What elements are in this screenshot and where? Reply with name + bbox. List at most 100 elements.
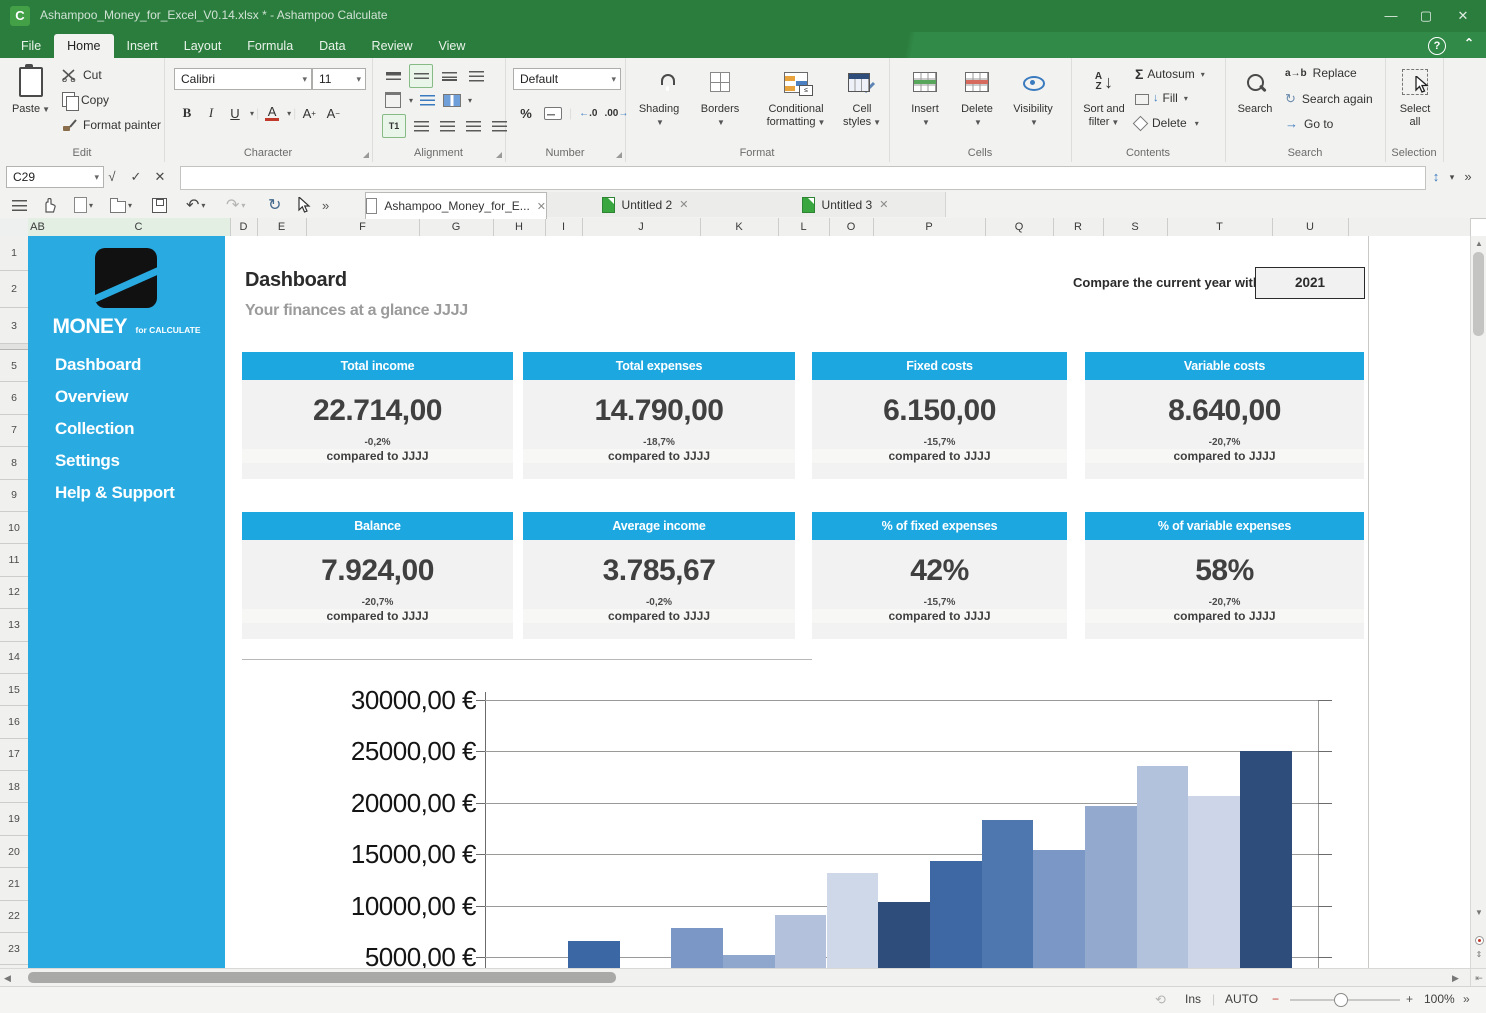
close-button[interactable]: ✕	[1448, 5, 1478, 27]
autosum-button[interactable]: Σ Autosum▾	[1135, 66, 1205, 82]
row-header-23[interactable]: 23	[0, 933, 28, 965]
zoom-out-icon[interactable]: −	[1272, 992, 1279, 1006]
chart-bar-14[interactable]	[1240, 751, 1292, 968]
cell-styles-button[interactable]: Cell styles▼	[839, 64, 885, 129]
format-cell-border-button[interactable]	[382, 89, 404, 111]
collapse-ribbon-icon[interactable]: ⌃	[1464, 36, 1474, 50]
row-header-21[interactable]: 21	[0, 868, 28, 900]
align-middle-button[interactable]	[409, 64, 433, 88]
zoom-slider-knob[interactable]	[1334, 993, 1348, 1007]
chart-bar-12[interactable]	[1137, 766, 1189, 968]
insert-cells-button[interactable]: Insert▼	[901, 64, 949, 129]
font-color-dropdown[interactable]: ▾	[287, 109, 291, 118]
formula-input[interactable]	[180, 166, 1426, 190]
zoom-level[interactable]: 100%	[1424, 992, 1455, 1006]
menu-tab-insert[interactable]: Insert	[114, 34, 171, 58]
scroll-right-icon[interactable]: ▶	[1452, 973, 1459, 984]
redo-icon[interactable]: ↷▾	[226, 195, 245, 215]
scroll-down-icon[interactable]: ▼	[1471, 908, 1486, 917]
compare-year-input[interactable]: 2021	[1255, 267, 1365, 299]
auto-indicator[interactable]: AUTO	[1225, 992, 1258, 1006]
row-header-19[interactable]: 19	[0, 803, 28, 835]
undo-icon[interactable]: ↶▾	[186, 195, 205, 215]
row-header-20[interactable]: 20	[0, 836, 28, 868]
close-tab-icon[interactable]: ✕	[879, 198, 888, 211]
copy-button[interactable]: Copy	[62, 92, 109, 107]
horizontal-scrollbar[interactable]: ◀ ▶	[0, 968, 1470, 987]
format-painter-button[interactable]: Format painter	[62, 118, 161, 132]
column-header-E[interactable]: E	[257, 218, 307, 236]
row-header-5[interactable]: 5	[0, 350, 28, 382]
menu-tab-view[interactable]: View	[426, 34, 479, 58]
chart-bar-7[interactable]	[878, 902, 930, 968]
currency-format-icon[interactable]	[544, 107, 562, 120]
shading-button[interactable]: Shading▼	[631, 64, 687, 129]
menu-tab-review[interactable]: Review	[359, 34, 426, 58]
chart-bar-8[interactable]	[930, 861, 982, 968]
select-all-corner[interactable]	[0, 218, 29, 236]
font-family-select[interactable]: Calibri▾	[174, 68, 312, 90]
borders-button[interactable]: Borders▼	[691, 64, 749, 129]
sync-icon[interactable]: ⟲	[1155, 992, 1166, 1008]
percent-format-button[interactable]: %	[515, 102, 537, 124]
row-header-22[interactable]: 22	[0, 901, 28, 933]
menu-toggle-icon[interactable]	[12, 195, 27, 215]
cancel-formula-icon[interactable]: ✕	[150, 166, 170, 188]
column-header-D[interactable]: D	[230, 218, 258, 236]
row-header-3[interactable]: 3	[0, 308, 28, 344]
split-view-icon[interactable]: ⇕	[1471, 950, 1486, 959]
row-header-15[interactable]: 15	[0, 674, 28, 706]
sidebar-item-settings[interactable]: Settings	[55, 451, 120, 471]
search-again-button[interactable]: ↻ Search again	[1285, 91, 1373, 107]
column-header-AB[interactable]: AB	[28, 218, 48, 236]
formula-bar-overflow[interactable]: »	[1458, 166, 1478, 188]
zoom-in-icon[interactable]: +	[1406, 992, 1413, 1006]
maximize-button[interactable]: ▢	[1411, 5, 1441, 27]
pointer-mode-icon[interactable]	[298, 195, 311, 215]
cell-border-dropdown[interactable]: ▾	[409, 96, 413, 105]
column-header-S[interactable]: S	[1103, 218, 1168, 236]
replace-button[interactable]: a→b Replace	[1285, 66, 1357, 80]
row-header-11[interactable]: 11	[0, 544, 28, 576]
menu-tab-layout[interactable]: Layout	[171, 34, 235, 58]
menu-tab-data[interactable]: Data	[306, 34, 358, 58]
column-header-U[interactable]: U	[1272, 218, 1349, 236]
column-header-I[interactable]: I	[545, 218, 583, 236]
row-header-1[interactable]: 1	[0, 236, 28, 271]
cell-name-box[interactable]: C29▾	[6, 166, 104, 188]
row-header-2[interactable]: 2	[0, 271, 28, 308]
scrollbar-corner-icon[interactable]: ⇤	[1470, 968, 1486, 987]
cut-button[interactable]: Cut	[62, 68, 102, 82]
record-marker-icon[interactable]	[1475, 936, 1484, 945]
row-header-18[interactable]: 18	[0, 771, 28, 803]
minimize-button[interactable]: —	[1376, 5, 1406, 27]
column-header-T[interactable]: T	[1167, 218, 1273, 236]
row-header-16[interactable]: 16	[0, 706, 28, 738]
sheet-tab-2[interactable]: Untitled 2✕	[545, 192, 746, 217]
paste-button[interactable]: Paste▼	[8, 64, 54, 116]
bold-button[interactable]: B	[176, 102, 198, 124]
chart-bar-4[interactable]	[723, 955, 775, 968]
chart-bar-10[interactable]	[1033, 850, 1085, 968]
horizontal-scrollbar-thumb[interactable]	[28, 972, 616, 983]
column-header-G[interactable]: G	[419, 218, 494, 236]
chart-bar-6[interactable]	[827, 873, 879, 968]
font-color-button[interactable]: A	[261, 102, 283, 124]
pan-hand-icon[interactable]	[42, 195, 57, 215]
row-header-8[interactable]: 8	[0, 447, 28, 479]
text-direction-button[interactable]: T1	[382, 114, 406, 138]
search-button[interactable]: Search	[1231, 64, 1279, 116]
row-header-12[interactable]: 12	[0, 577, 28, 609]
align-left-button[interactable]	[410, 115, 432, 137]
delete-cells-button[interactable]: Delete▼	[953, 64, 1001, 129]
decrease-font-button[interactable]: A−	[322, 102, 344, 124]
scroll-up-icon[interactable]: ▲	[1471, 239, 1486, 248]
column-header-Q[interactable]: Q	[985, 218, 1054, 236]
sidebar-item-help-support[interactable]: Help & Support	[55, 483, 175, 503]
delete-contents-button[interactable]: Delete▾	[1135, 116, 1199, 130]
row-header-14[interactable]: 14	[0, 642, 28, 674]
increase-font-button[interactable]: A+	[298, 102, 320, 124]
scroll-left-icon[interactable]: ◀	[4, 973, 11, 984]
conditional-formatting-button[interactable]: ≤ Conditional formatting▼	[753, 64, 839, 129]
menu-tab-file[interactable]: File	[8, 34, 54, 58]
